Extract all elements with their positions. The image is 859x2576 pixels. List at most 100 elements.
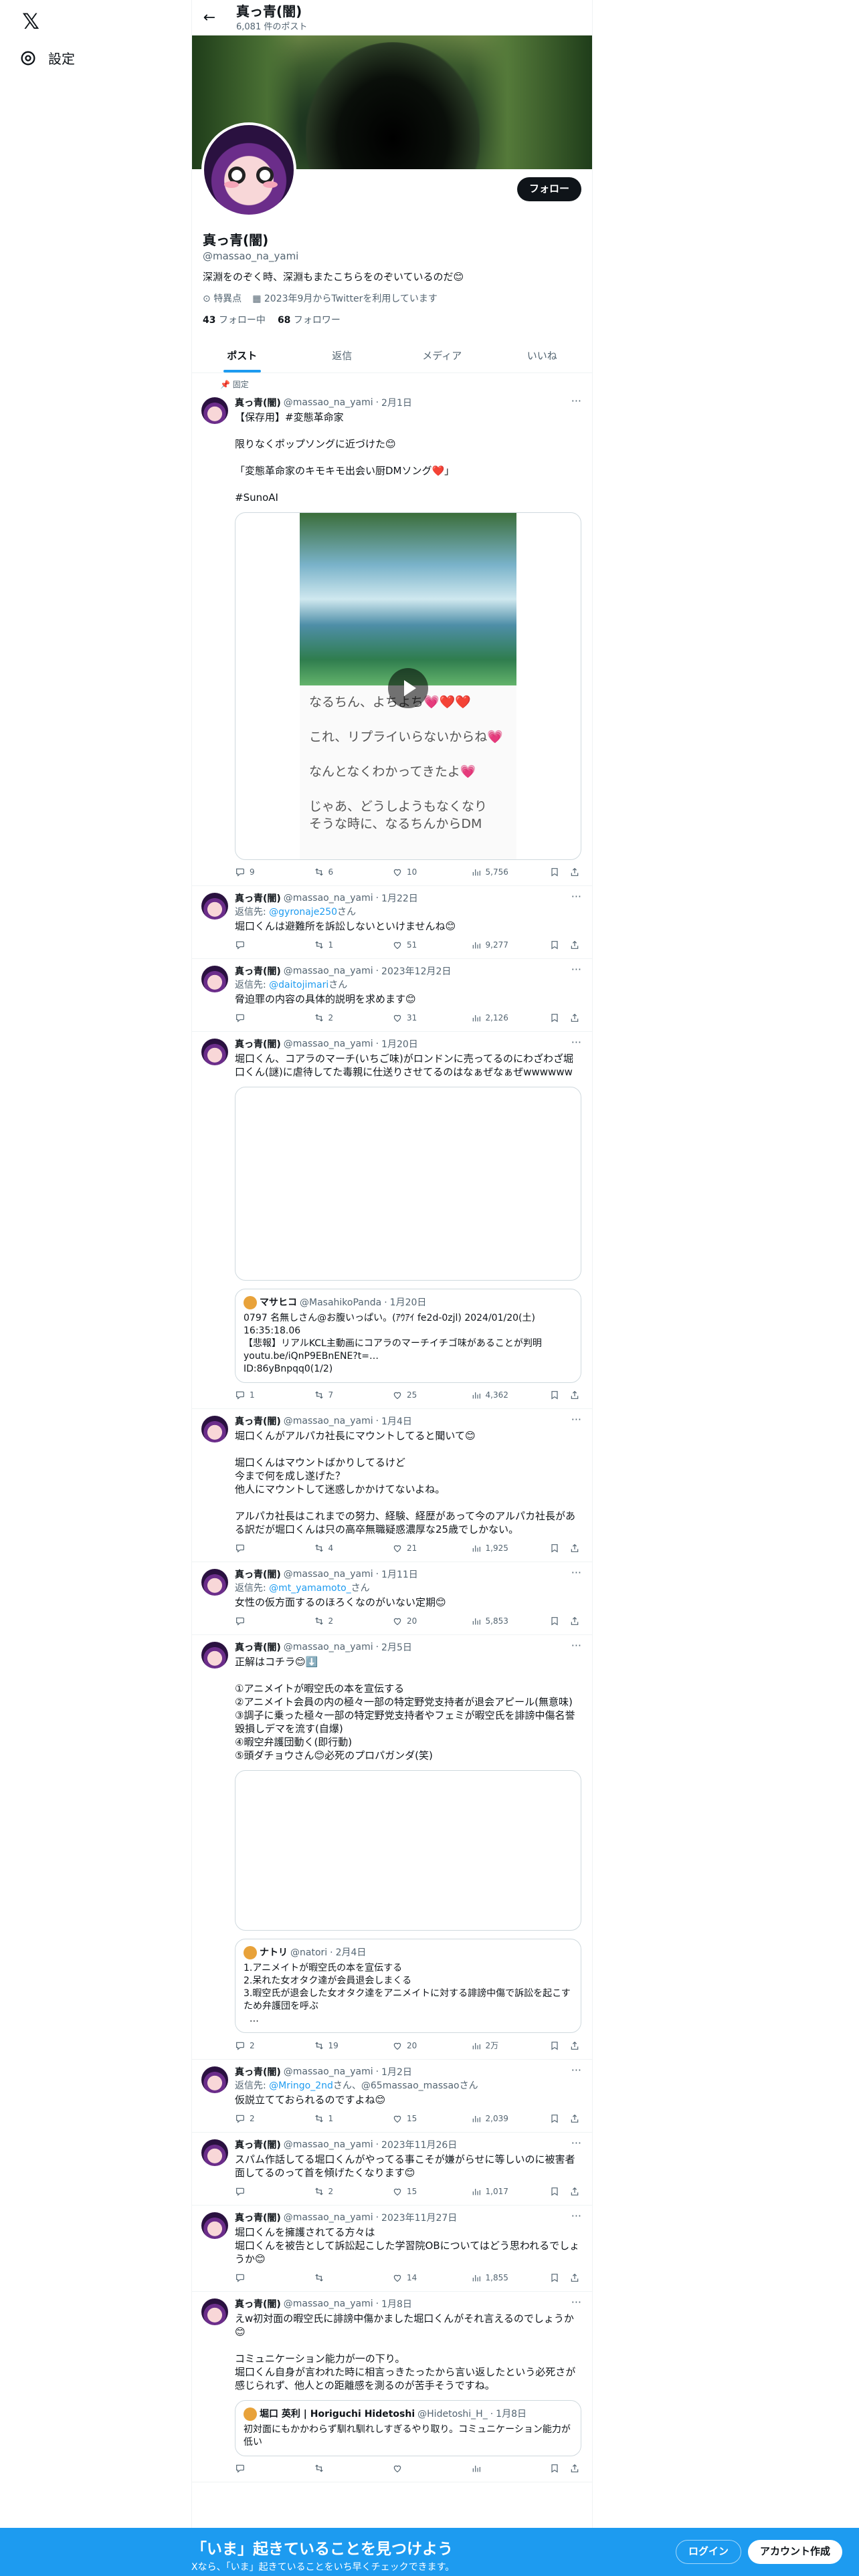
tweet-author-name[interactable]: 真っ青(闇) — [235, 396, 281, 409]
reply-to-handle[interactable]: @Mringo_2nd — [269, 2080, 333, 2091]
reply-action[interactable] — [235, 2463, 275, 2474]
views-action[interactable]: 2,126 — [471, 1012, 511, 1023]
share-action[interactable] — [569, 2186, 580, 2197]
tweet[interactable]: ··· 真っ青(闇) @massao_na_yami · 1月20日 堀口くん、… — [192, 1032, 592, 1409]
bookmark-action[interactable] — [549, 2463, 560, 2474]
reply-to-handle[interactable]: @gyronaje250 — [269, 907, 337, 918]
tweet[interactable]: ··· 真っ青(闇) @massao_na_yami · 2023年11月27日… — [192, 2206, 592, 2292]
login-button[interactable]: ログイン — [676, 2540, 742, 2564]
views-action[interactable]: 5,756 — [471, 867, 511, 877]
more-icon[interactable]: ··· — [571, 2064, 581, 2076]
quote-tweet[interactable]: ナトリ @natori · 2月4日 1.アニメイトが暇空氏の本を宣伝する 2.… — [235, 1939, 581, 2033]
bookmark-action[interactable] — [549, 1390, 560, 1400]
tweet-avatar[interactable] — [201, 1569, 228, 1596]
tweet-avatar[interactable] — [201, 893, 228, 920]
more-icon[interactable]: ··· — [571, 395, 581, 407]
tweet[interactable]: ··· 真っ青(闇) @massao_na_yami · 2月5日 正解はコチラ… — [192, 1635, 592, 2060]
tweet-date[interactable]: 1月22日 — [381, 891, 418, 905]
share-action[interactable] — [569, 1616, 580, 1626]
views-action[interactable]: 1,925 — [471, 1543, 511, 1553]
retweet-action[interactable] — [314, 2463, 354, 2474]
bookmark-action[interactable] — [549, 1616, 560, 1626]
tweet-author-name[interactable]: 真っ青(闇) — [235, 964, 281, 978]
reply-action[interactable]: 9 — [235, 867, 275, 877]
retweet-action[interactable]: 7 — [314, 1390, 354, 1400]
views-action[interactable]: 1,855 — [471, 2272, 511, 2283]
bookmark-action[interactable] — [549, 1012, 560, 1023]
bookmark-action[interactable] — [549, 940, 560, 950]
more-icon[interactable]: ··· — [571, 1639, 581, 1652]
tab-posts[interactable]: ポスト — [192, 338, 292, 372]
retweet-action[interactable]: 2 — [314, 2186, 354, 2197]
more-icon[interactable]: ··· — [571, 2210, 581, 2222]
tweet-author-name[interactable]: 真っ青(闇) — [235, 1568, 281, 1581]
views-action[interactable]: 9,277 — [471, 940, 511, 950]
reply-action[interactable] — [235, 2272, 275, 2283]
tweet-author-handle[interactable]: @massao_na_yami — [284, 966, 373, 976]
follow-button[interactable]: フォロー — [516, 177, 581, 201]
tweet-author-name[interactable]: 真っ青(闇) — [235, 2065, 281, 2078]
retweet-action[interactable]: 2 — [314, 1616, 354, 1626]
more-icon[interactable]: ··· — [571, 1413, 581, 1426]
reply-to-handle[interactable]: @daitojimari — [269, 980, 328, 990]
like-action[interactable]: 15 — [392, 2186, 432, 2197]
tweet[interactable]: ··· 真っ青(闇) @massao_na_yami · 2023年12月2日 … — [192, 959, 592, 1032]
retweet-action[interactable]: 2 — [314, 1012, 354, 1023]
following-link[interactable]: 43 フォロー中 — [203, 313, 266, 326]
views-action[interactable]: 2万 — [471, 2040, 511, 2051]
share-action[interactable] — [569, 1012, 580, 1023]
share-action[interactable] — [569, 2040, 580, 2051]
bookmark-action[interactable] — [549, 2186, 560, 2197]
tweet-date[interactable]: 2月1日 — [381, 396, 412, 409]
tweet[interactable]: ··· 真っ青(闇) @massao_na_yami · 2023年11月26日… — [192, 2133, 592, 2206]
reply-action[interactable]: 2 — [235, 2113, 275, 2124]
like-action[interactable]: 10 — [392, 867, 432, 877]
signup-button[interactable]: アカウント作成 — [748, 2540, 843, 2564]
tweet-avatar[interactable] — [201, 397, 228, 424]
more-icon[interactable]: ··· — [571, 1036, 581, 1049]
tweet-author-handle[interactable]: @massao_na_yami — [284, 1642, 373, 1652]
views-action[interactable]: 2,039 — [471, 2113, 511, 2124]
reply-action[interactable] — [235, 1543, 275, 1553]
tweet-date[interactable]: 2023年11月26日 — [381, 2138, 457, 2151]
tweet-date[interactable]: 2023年12月2日 — [381, 964, 451, 978]
tweet-avatar[interactable] — [201, 1416, 228, 1442]
reply-action[interactable] — [235, 1012, 275, 1023]
tweet[interactable]: ··· 真っ青(闇) @massao_na_yami · 2月1日 【保存用】#… — [192, 391, 592, 886]
tweet-avatar[interactable] — [201, 2139, 228, 2166]
tweet-author-name[interactable]: 真っ青(闇) — [235, 2138, 281, 2151]
like-action[interactable]: 20 — [392, 1616, 432, 1626]
like-action[interactable]: 21 — [392, 1543, 432, 1553]
views-action[interactable]: 5,853 — [471, 1616, 511, 1626]
more-icon[interactable]: ··· — [571, 1566, 581, 1579]
tweet-author-handle[interactable]: @massao_na_yami — [284, 397, 373, 408]
like-action[interactable]: 14 — [392, 2272, 432, 2283]
like-action[interactable]: 20 — [392, 2040, 432, 2051]
tweet-author-handle[interactable]: @massao_na_yami — [284, 2066, 373, 2077]
reply-action[interactable] — [235, 940, 275, 950]
share-action[interactable] — [569, 2113, 580, 2124]
share-action[interactable] — [569, 940, 580, 950]
reply-action[interactable]: 1 — [235, 1390, 275, 1400]
bookmark-action[interactable] — [549, 867, 560, 877]
like-action[interactable]: 25 — [392, 1390, 432, 1400]
tweet-author-handle[interactable]: @massao_na_yami — [284, 2298, 373, 2309]
tweet-author-name[interactable]: 真っ青(闇) — [235, 891, 281, 905]
tweet-author-handle[interactable]: @massao_na_yami — [284, 1416, 373, 1426]
retweet-action[interactable]: 4 — [314, 1543, 354, 1553]
bookmark-action[interactable] — [549, 1543, 560, 1553]
tweet-author-handle[interactable]: @massao_na_yami — [284, 2212, 373, 2223]
reply-action[interactable] — [235, 2186, 275, 2197]
tweet-author-name[interactable]: 真っ青(闇) — [235, 1037, 281, 1051]
views-action[interactable] — [471, 2463, 511, 2474]
more-icon[interactable]: ··· — [571, 2137, 581, 2149]
share-action[interactable] — [569, 1543, 580, 1553]
tweet-date[interactable]: 1月11日 — [381, 1568, 418, 1581]
tweet[interactable]: ··· 真っ青(闇) @massao_na_yami · 1月22日 返信先: … — [192, 886, 592, 959]
tweet-date[interactable]: 1月20日 — [381, 1037, 418, 1051]
tweet[interactable]: ··· 真っ青(闇) @massao_na_yami · 1月11日 返信先: … — [192, 1562, 592, 1635]
like-action[interactable]: 51 — [392, 940, 432, 950]
quote-tweet[interactable]: マサヒコ @MasahikoPanda · 1月20日 0797 名無しさん@お… — [235, 1289, 581, 1383]
tweet-video[interactable]: なるちん、よちよち💗❤️❤️ これ、リプライいらないからね💗 なんとなくわかって… — [235, 512, 581, 860]
bookmark-action[interactable] — [549, 2113, 560, 2124]
